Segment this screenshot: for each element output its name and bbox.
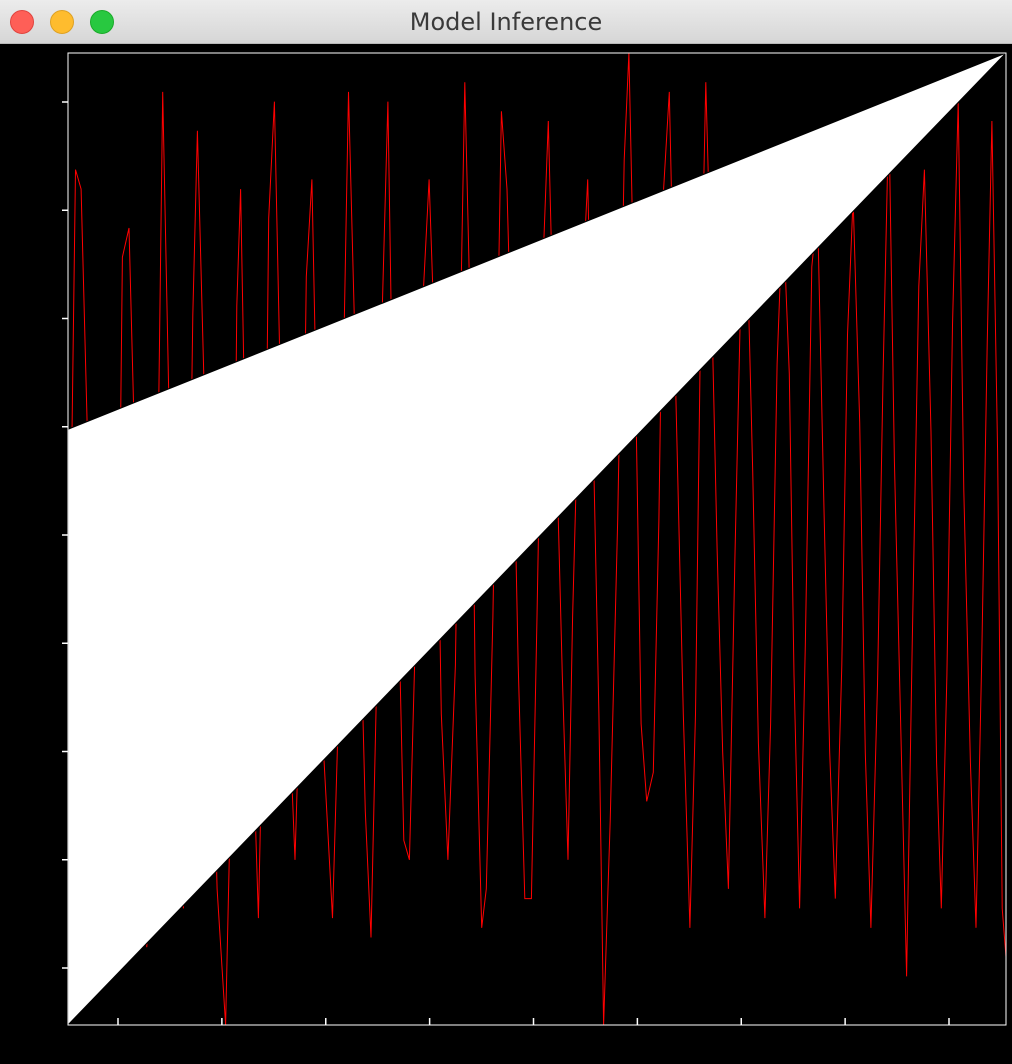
- inference-plot: [62, 52, 1007, 1027]
- app-window: Model Inference: [0, 0, 1012, 1064]
- title-bar[interactable]: Model Inference: [0, 0, 1012, 44]
- filled-triangle-0: [67, 52, 1007, 1027]
- plot-canvas: [0, 44, 1012, 1064]
- plot-shapes: [67, 52, 1007, 1027]
- window-title: Model Inference: [409, 8, 603, 36]
